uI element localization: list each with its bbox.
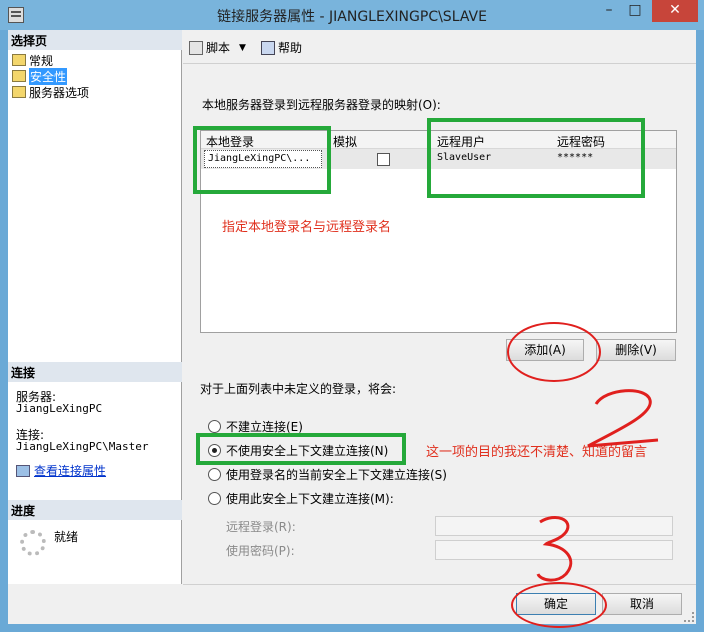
- annotation-marks: 2 3: [0, 0, 659, 582]
- annotation-marker-3: 3: [0, 0, 1, 1]
- annotation-marker-2: 2: [0, 0, 1, 1]
- annotation-handwritten-3: [536, 516, 573, 582]
- annotation-handwritten-2: [587, 389, 659, 448]
